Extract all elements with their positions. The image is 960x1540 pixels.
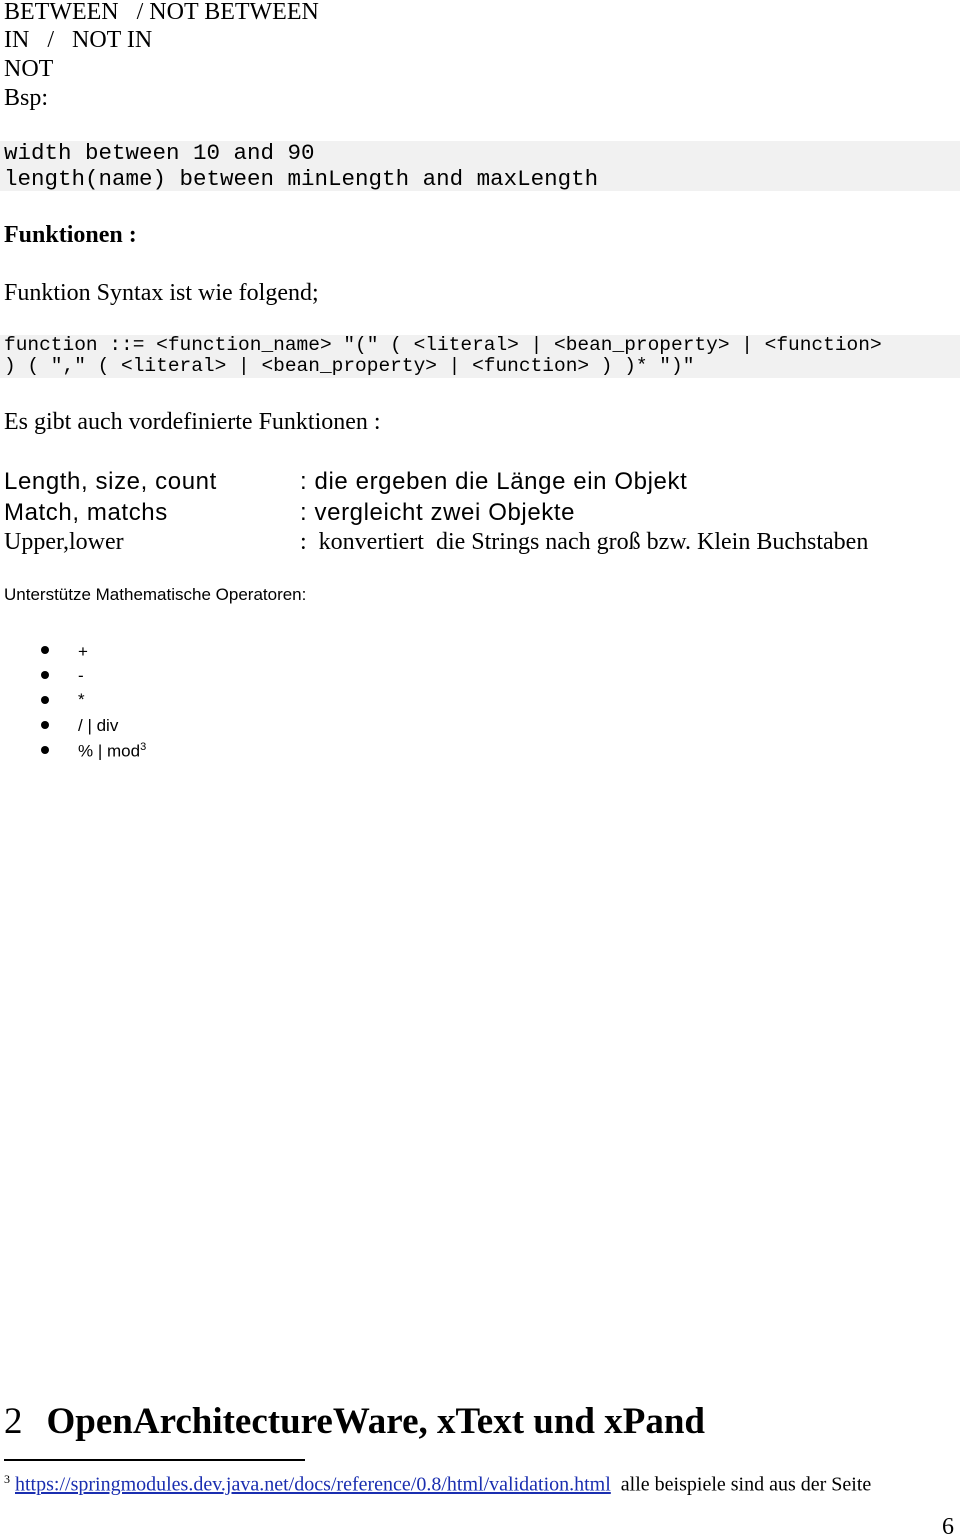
operator-line: NOT <box>4 56 54 82</box>
section-heading: 2 OpenArchitectureWare, xText und xPand <box>4 1403 705 1440</box>
function-name: Length, size, count <box>4 468 217 495</box>
bullet-icon <box>41 746 49 754</box>
math-heading: Unterstütze Mathematische Operatoren: <box>4 585 307 604</box>
bullet-icon <box>41 671 49 679</box>
page-number: 6 <box>942 1514 954 1540</box>
syntax-intro: Funktion Syntax ist wie folgend; <box>4 280 319 306</box>
code-line: function ::= <function_name> "(" ( <lite… <box>4 334 882 356</box>
function-name: Upper,lower <box>4 529 124 555</box>
function-name: Match, matchs <box>4 499 168 526</box>
math-op: * <box>78 690 85 709</box>
predefined-intro: Es gibt auch vordefinierte Funktionen : <box>4 409 381 435</box>
math-op: - <box>78 666 84 685</box>
example-label: Bsp: <box>4 85 49 111</box>
footnote: 3 https://springmodules.dev.java.net/doc… <box>4 1473 871 1495</box>
functions-heading: Funktionen : <box>4 222 137 248</box>
bullet-icon <box>41 696 49 704</box>
code-line: length(name) between minLength and maxLe… <box>4 166 599 192</box>
math-op-text: % | mod <box>78 741 141 761</box>
footnote-ref[interactable]: 3 <box>140 741 146 753</box>
section-title: OpenArchitectureWare, xText und xPand <box>46 1401 706 1442</box>
footnote-link[interactable]: https://springmodules.dev.java.net/docs/… <box>15 1474 611 1496</box>
bullet-icon <box>41 721 49 729</box>
function-desc: : vergleicht zwei Objekte <box>300 499 576 526</box>
footnote-text: alle beispiele sind aus der Seite <box>620 1473 872 1496</box>
math-op: / | div <box>78 716 119 735</box>
math-op: % | mod3 <box>78 742 146 760</box>
code-line: ) ( "," ( <literal> | <bean_property> | … <box>4 355 695 377</box>
code-line: width between 10 and 90 <box>4 140 315 166</box>
footnote-divider <box>4 1459 305 1461</box>
function-desc: : die ergeben die Länge ein Objekt <box>300 468 688 495</box>
section-number: 2 <box>4 1401 23 1442</box>
operator-line: BETWEEN / NOT BETWEEN <box>4 0 319 25</box>
bullet-icon <box>41 646 49 654</box>
function-desc: : konvertiert die Strings nach groß bzw.… <box>300 529 869 555</box>
footnote-marker: 3 <box>4 1472 10 1486</box>
math-op: + <box>78 642 88 661</box>
operator-line: IN / NOT IN <box>4 27 153 53</box>
